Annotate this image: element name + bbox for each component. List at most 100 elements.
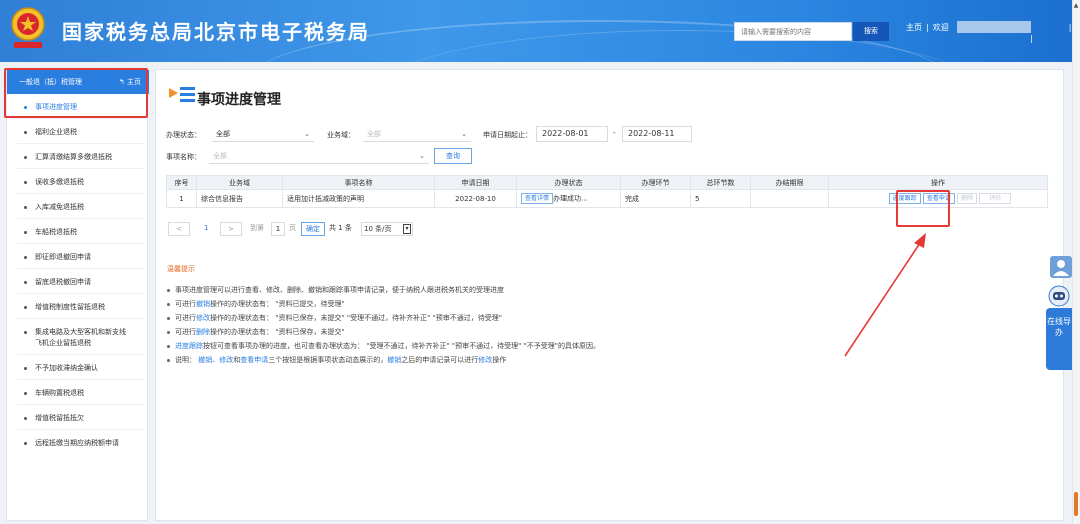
rate-button[interactable]: 评价 xyxy=(979,193,1012,204)
sidebar-item-label: 集成电路及大型客机和新支线飞机企业留抵退税 xyxy=(35,328,126,347)
page-title: 事项进度管理 xyxy=(197,92,281,108)
tip-text: 按钮可查看事项办理的进度，也可查看办理状态为： "受理不通过，待补齐补正" "预… xyxy=(203,342,600,350)
list-icon xyxy=(169,87,195,102)
tip-text: 操作的办理状态有： "资料已保存，未提交" "受理不通过，待补齐补正" "预审不… xyxy=(210,314,502,322)
tip-link: 查看申请 xyxy=(240,356,269,364)
divider xyxy=(17,379,145,380)
assistant-robot-icon[interactable] xyxy=(1046,282,1072,308)
tip-line: 说明： 撤销、修改和查看申请三个按钮是根据事项状态动态展示的，撤销之后的申请记录… xyxy=(167,355,506,365)
sidebar-item-overpaid[interactable]: 误收多缴退抵税 xyxy=(7,177,149,188)
divider xyxy=(17,404,145,405)
search-input[interactable] xyxy=(734,22,852,41)
bullet-icon xyxy=(24,306,27,309)
chevron-down-icon: ⌄ xyxy=(461,130,467,138)
tip-line: 可进行删除操作的办理状态有： "资料已保存，未提交" xyxy=(167,327,345,337)
tip-line: 事项进度管理可以进行查看、修改、删除、撤销和跟踪事项申请记录，便于纳税人跟进税务… xyxy=(167,285,504,295)
sidebar-item-label: 福利企业退税 xyxy=(35,128,77,136)
sidebar-item-integrated-circuit[interactable]: 集成电路及大型客机和新支线飞机企业留抵退税 xyxy=(7,327,129,349)
cell-deadline xyxy=(750,189,829,208)
view-detail-button[interactable]: 查看详情 xyxy=(521,193,554,204)
sidebar-item-welfare[interactable]: 福利企业退税 xyxy=(7,127,149,138)
bullet-icon xyxy=(24,156,27,159)
scroll-up-icon[interactable]: ▲ xyxy=(1073,2,1079,9)
header-separator: | xyxy=(1030,34,1033,43)
divider xyxy=(17,143,145,144)
header-separator: | xyxy=(926,22,929,32)
sidebar-item-vat-offset[interactable]: 增值税留抵抵欠 xyxy=(7,413,149,424)
bullet-icon xyxy=(167,288,170,292)
divider xyxy=(17,193,145,194)
date-to-input[interactable]: 2022-08-11 xyxy=(622,126,692,142)
divider xyxy=(17,243,145,244)
sidebar-item-remote-offset[interactable]: 远程抵缴当期应纳税额申请 xyxy=(7,438,129,449)
sidebar-item-label: 不予加收滞纳金确认 xyxy=(35,364,98,372)
table-header-row: 序号 业务域 事项名称 申请日期 办理状态 办理环节 总环节数 办结期限 操作 xyxy=(166,175,1048,190)
sidebar-item-label: 车辆购置税退税 xyxy=(35,389,84,397)
sidebar-item-settlement[interactable]: 汇算清缴结算多缴退抵税 xyxy=(7,152,149,163)
tip-link: 修改 xyxy=(196,314,210,322)
sidebar-item-retained-withdraw[interactable]: 留底退税撤回申请 xyxy=(7,277,149,288)
sidebar-item-vehicle-vessel[interactable]: 车船税退抵税 xyxy=(7,227,149,238)
cell-date: 2022-08-10 xyxy=(434,189,517,208)
sidebar-item-label: 远程抵缴当期应纳税额申请 xyxy=(35,439,119,447)
home-link[interactable]: 主页 xyxy=(906,23,922,32)
page-scrollbar[interactable] xyxy=(1072,0,1080,524)
tip-link: 撤销、修改 xyxy=(198,356,234,364)
status-filter-label: 办理状态： xyxy=(166,131,201,139)
goto-confirm-button[interactable]: 确定 xyxy=(301,222,325,236)
bullet-icon xyxy=(24,367,27,370)
search-button[interactable]: 搜索 xyxy=(853,22,889,41)
scroll-thumb[interactable] xyxy=(1074,492,1078,516)
tip-text: 可进行 xyxy=(175,328,196,336)
date-from-input[interactable]: 2022-08-01 xyxy=(536,126,608,142)
divider xyxy=(17,293,145,294)
bullet-icon xyxy=(24,331,27,334)
item-name-select[interactable]: 全部 ⌄ xyxy=(209,148,429,164)
divider xyxy=(17,429,145,430)
bullet-icon xyxy=(24,281,27,284)
status-select[interactable]: 全部 ⌄ xyxy=(212,126,314,142)
goto-page-input[interactable]: 1 xyxy=(271,222,285,236)
tip-text: 可进行 xyxy=(175,300,196,308)
sidebar-item-label: 汇算清缴结算多缴退抵税 xyxy=(35,153,112,161)
sidebar-item-label: 留底退税撤回申请 xyxy=(35,278,91,286)
tip-text: 操作 xyxy=(492,356,507,364)
sidebar-item-label: 增值税留抵抵欠 xyxy=(35,414,84,422)
bullet-icon xyxy=(24,206,27,209)
domain-select[interactable]: 全部 ⌄ xyxy=(363,126,471,142)
goto-label: 到第 xyxy=(250,224,264,232)
divider xyxy=(17,218,145,219)
tip-text: 操作的办理状态有： "资料已提交，待受理" xyxy=(210,300,345,308)
sidebar-item-exemption[interactable]: 入库减免退抵税 xyxy=(7,202,149,213)
username-redacted xyxy=(956,21,1031,33)
col-header-name: 事项名称 xyxy=(282,175,435,190)
bullet-icon xyxy=(167,358,170,362)
page-size-select[interactable]: 10 条/页 ▾ xyxy=(361,222,413,236)
tip-link: 撤销 xyxy=(387,356,402,364)
sidebar-item-label: 即征即退撤回申请 xyxy=(35,253,91,261)
sidebar-item-label: 增值税制度性留抵退税 xyxy=(35,303,105,311)
divider xyxy=(17,118,145,119)
divider xyxy=(17,268,145,269)
next-page-button[interactable]: > xyxy=(220,222,242,236)
site-title: 国家税务总局北京市电子税务局 xyxy=(62,20,370,44)
col-header-deadline: 办结期限 xyxy=(750,175,829,190)
bullet-icon xyxy=(24,131,27,134)
delete-button[interactable]: 删除 xyxy=(957,193,978,204)
online-guide-button[interactable]: 在线导办 xyxy=(1046,308,1072,370)
sidebar-item-vat-retained[interactable]: 增值税制度性留抵退税 xyxy=(7,302,149,313)
bullet-icon xyxy=(167,330,170,334)
sidebar-item-late-fee[interactable]: 不予加收滞纳金确认 xyxy=(7,363,149,374)
user-float-icon[interactable] xyxy=(1050,256,1072,278)
col-header-index: 序号 xyxy=(166,175,197,190)
date-range-label: 申请日期起止： xyxy=(483,131,532,139)
sidebar-item-instant-refund-withdraw[interactable]: 即征即退撤回申请 xyxy=(7,252,149,263)
query-button[interactable]: 查询 xyxy=(434,148,472,164)
prev-page-button[interactable]: < xyxy=(168,222,190,236)
sidebar-item-purchase-tax[interactable]: 车辆购置税退税 xyxy=(7,388,149,399)
sidebar-item-label: 入库减免退抵税 xyxy=(35,203,84,211)
bullet-icon xyxy=(24,442,27,445)
bullet-icon xyxy=(167,302,170,306)
page-unit: 页 xyxy=(289,224,296,232)
current-page[interactable]: 1 xyxy=(204,222,208,236)
